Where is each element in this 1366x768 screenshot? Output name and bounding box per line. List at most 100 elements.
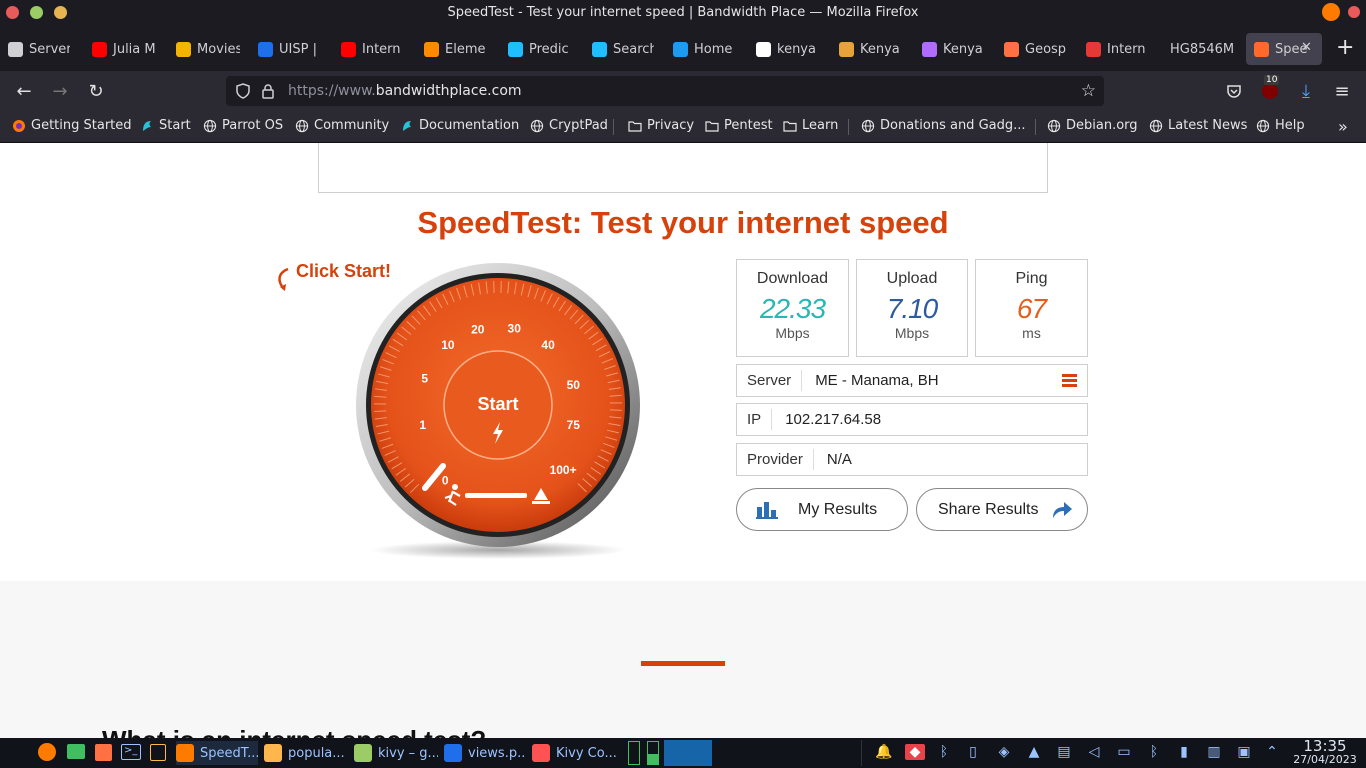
ublock-extension-icon[interactable]: 10: [1258, 75, 1282, 103]
memory-monitor-icon: [647, 741, 659, 765]
minimize-window-button[interactable]: [54, 6, 67, 19]
bookmark-5[interactable]: CryptPad: [530, 118, 608, 133]
bookmark-6[interactable]: Privacy: [628, 118, 694, 133]
tab-label: Movies: [197, 41, 240, 57]
tab-3[interactable]: UISP |: [258, 33, 320, 65]
my-results-button[interactable]: My Results: [736, 488, 908, 531]
tab-8[interactable]: Home: [673, 33, 735, 65]
chart-icon: [424, 41, 439, 57]
tab-13[interactable]: Intern: [1086, 33, 1148, 65]
update-icon[interactable]: ▲: [1026, 744, 1042, 760]
bookmark-2[interactable]: Parrot OS: [203, 118, 283, 133]
upload-label: Upload: [886, 270, 938, 287]
task-icon: [176, 744, 194, 762]
notifications-icon[interactable]: 🔔: [875, 744, 892, 760]
start-button[interactable]: [444, 351, 552, 459]
task-icon: [444, 744, 462, 762]
device-icon[interactable]: ▥: [1206, 744, 1222, 760]
tab-5[interactable]: Eleme: [424, 33, 488, 65]
bookmark-12[interactable]: Help: [1256, 118, 1305, 133]
bookmark-label: Help: [1275, 118, 1305, 133]
bookmark-1[interactable]: Start: [140, 118, 191, 133]
server-list-icon[interactable]: [1062, 374, 1077, 387]
usb-icon[interactable]: ▮: [1176, 744, 1192, 760]
tab-label: Home: [694, 41, 733, 57]
uisp-icon: [258, 41, 273, 57]
server-row: Server ME - Manama, BH: [736, 364, 1088, 397]
bookmark-11[interactable]: Latest News: [1149, 118, 1247, 133]
bookmark-0[interactable]: Getting Started: [12, 118, 132, 133]
provider-row: Provider N/A: [736, 443, 1088, 476]
firefox-launcher-icon[interactable]: [38, 743, 56, 761]
taskbar-task-2[interactable]: kivy – g...: [354, 741, 438, 765]
taskbar-task-4[interactable]: Kivy Co...: [532, 741, 616, 765]
bookmark-8[interactable]: Learn: [783, 118, 838, 133]
bluetooth-tray-icon[interactable]: ᛒ: [1146, 744, 1162, 760]
bookmark-star-icon[interactable]: ☆: [1081, 76, 1096, 106]
bookmark-7[interactable]: Pentest: [705, 118, 773, 133]
bookmark-9[interactable]: Donations and Gadg...: [861, 118, 1026, 133]
editor-launcher-icon[interactable]: [95, 744, 112, 761]
menu-icon[interactable]: ≡: [1330, 79, 1354, 103]
workspace-pager[interactable]: [664, 740, 712, 766]
tab-7[interactable]: Search: [592, 33, 654, 65]
ping-unit: ms: [1022, 325, 1041, 341]
bookmark-3[interactable]: Community: [295, 118, 389, 133]
taskbar-task-3[interactable]: views.p...: [444, 741, 526, 765]
close-tab-icon[interactable]: ✕: [1301, 40, 1312, 55]
parrot-icon: [143, 120, 151, 131]
folder-icon: [628, 120, 642, 132]
shield-icon[interactable]: [236, 76, 250, 106]
tab-14[interactable]: HG8546M: [1170, 33, 1234, 65]
system-clock[interactable]: 13:35 27/04/2023: [1290, 739, 1360, 767]
back-button[interactable]: ←: [12, 79, 36, 103]
share-results-button[interactable]: Share Results: [916, 488, 1088, 531]
clipboard-icon[interactable]: ▤: [1056, 744, 1072, 760]
bookmark-10[interactable]: Debian.org: [1047, 118, 1138, 133]
dial-label: 40: [541, 338, 555, 352]
bookmark-4[interactable]: Documentation: [400, 118, 519, 133]
anydesk-icon[interactable]: ◆: [905, 744, 925, 760]
network-icon[interactable]: ◈: [996, 744, 1012, 760]
more-bookmarks-icon[interactable]: »: [1338, 117, 1348, 136]
lock-icon[interactable]: [262, 76, 274, 106]
window-icon[interactable]: ▯: [965, 744, 981, 760]
taskbar-task-0[interactable]: SpeedT...: [176, 741, 258, 765]
files-launcher-icon[interactable]: [67, 744, 85, 759]
tab-10[interactable]: Kenya: [839, 33, 901, 65]
office-launcher-icon[interactable]: [150, 744, 166, 761]
tray-expand-icon[interactable]: ⌃: [1264, 744, 1280, 760]
bookmark-label: Privacy: [647, 118, 695, 133]
globe-icon: [861, 119, 875, 132]
close-window-button[interactable]: [6, 6, 19, 19]
terminal-launcher-icon[interactable]: >_: [121, 744, 141, 760]
battery-icon[interactable]: ▭: [1116, 744, 1132, 760]
tab-9[interactable]: kenya: [756, 33, 818, 65]
bluetooth-icon[interactable]: ᛒ: [936, 744, 952, 760]
new-tab-button[interactable]: +: [1336, 35, 1354, 60]
tab-label: Kenya: [943, 41, 983, 57]
maximize-window-button[interactable]: [30, 6, 43, 19]
downloads-icon[interactable]: ⤓: [1294, 79, 1318, 103]
volume-icon[interactable]: ◁: [1086, 744, 1102, 760]
reload-button[interactable]: ↻: [84, 79, 108, 103]
address-bar[interactable]: https://www.bandwidthplace.com ☆: [226, 76, 1104, 106]
tab-4[interactable]: Intern: [341, 33, 403, 65]
tab-0[interactable]: Server: [8, 33, 70, 65]
tab-1[interactable]: Julia M: [92, 33, 158, 65]
provider-value: N/A: [826, 451, 852, 468]
tab-11[interactable]: Kenya: [922, 33, 984, 65]
forward-button[interactable]: →: [48, 79, 72, 103]
tab-6[interactable]: Predic: [508, 33, 570, 65]
speed-icon: [1086, 41, 1101, 57]
tab-2[interactable]: Movies: [176, 33, 240, 65]
task-label: popula...: [288, 745, 345, 761]
taskbar-task-1[interactable]: popula...: [264, 741, 348, 765]
system-taskbar: >_ SpeedT... popula... kivy – g... views.p.…: [0, 738, 1366, 768]
workspace-pager-empty[interactable]: [712, 740, 862, 766]
task-icon: [354, 744, 372, 762]
display-icon[interactable]: ▣: [1236, 744, 1252, 760]
window-close-dot[interactable]: [1348, 6, 1360, 18]
pocket-icon[interactable]: [1222, 79, 1246, 103]
tab-12[interactable]: Geosp: [1004, 33, 1066, 65]
